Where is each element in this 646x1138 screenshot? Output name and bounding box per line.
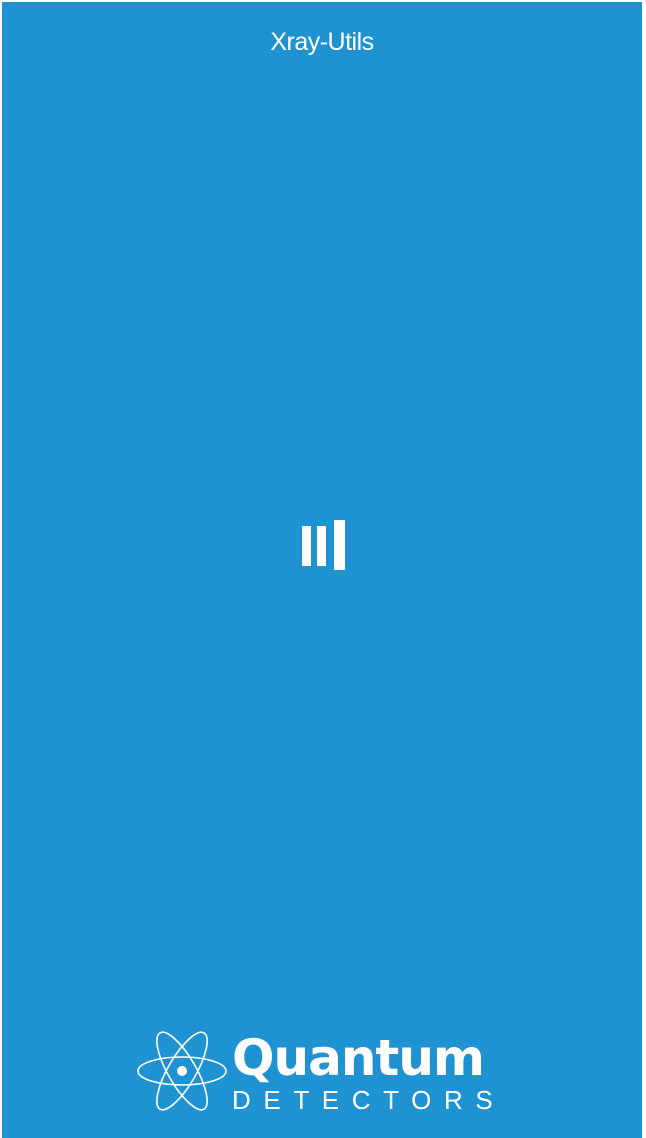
splash-screen: Xray-Utils Quantum DETECTORS [2, 2, 642, 1138]
loading-bar [302, 526, 311, 566]
brand-tagline: DETECTORS [232, 1085, 506, 1115]
loading-bar [334, 520, 345, 570]
app-title: Xray-Utils [270, 28, 374, 56]
loading-bar [317, 526, 326, 566]
atom-icon [137, 1031, 227, 1111]
brand-name: Quantum [232, 1029, 485, 1087]
brand-logo: Quantum DETECTORS [136, 1028, 496, 1118]
loading-bars-icon [300, 520, 348, 572]
